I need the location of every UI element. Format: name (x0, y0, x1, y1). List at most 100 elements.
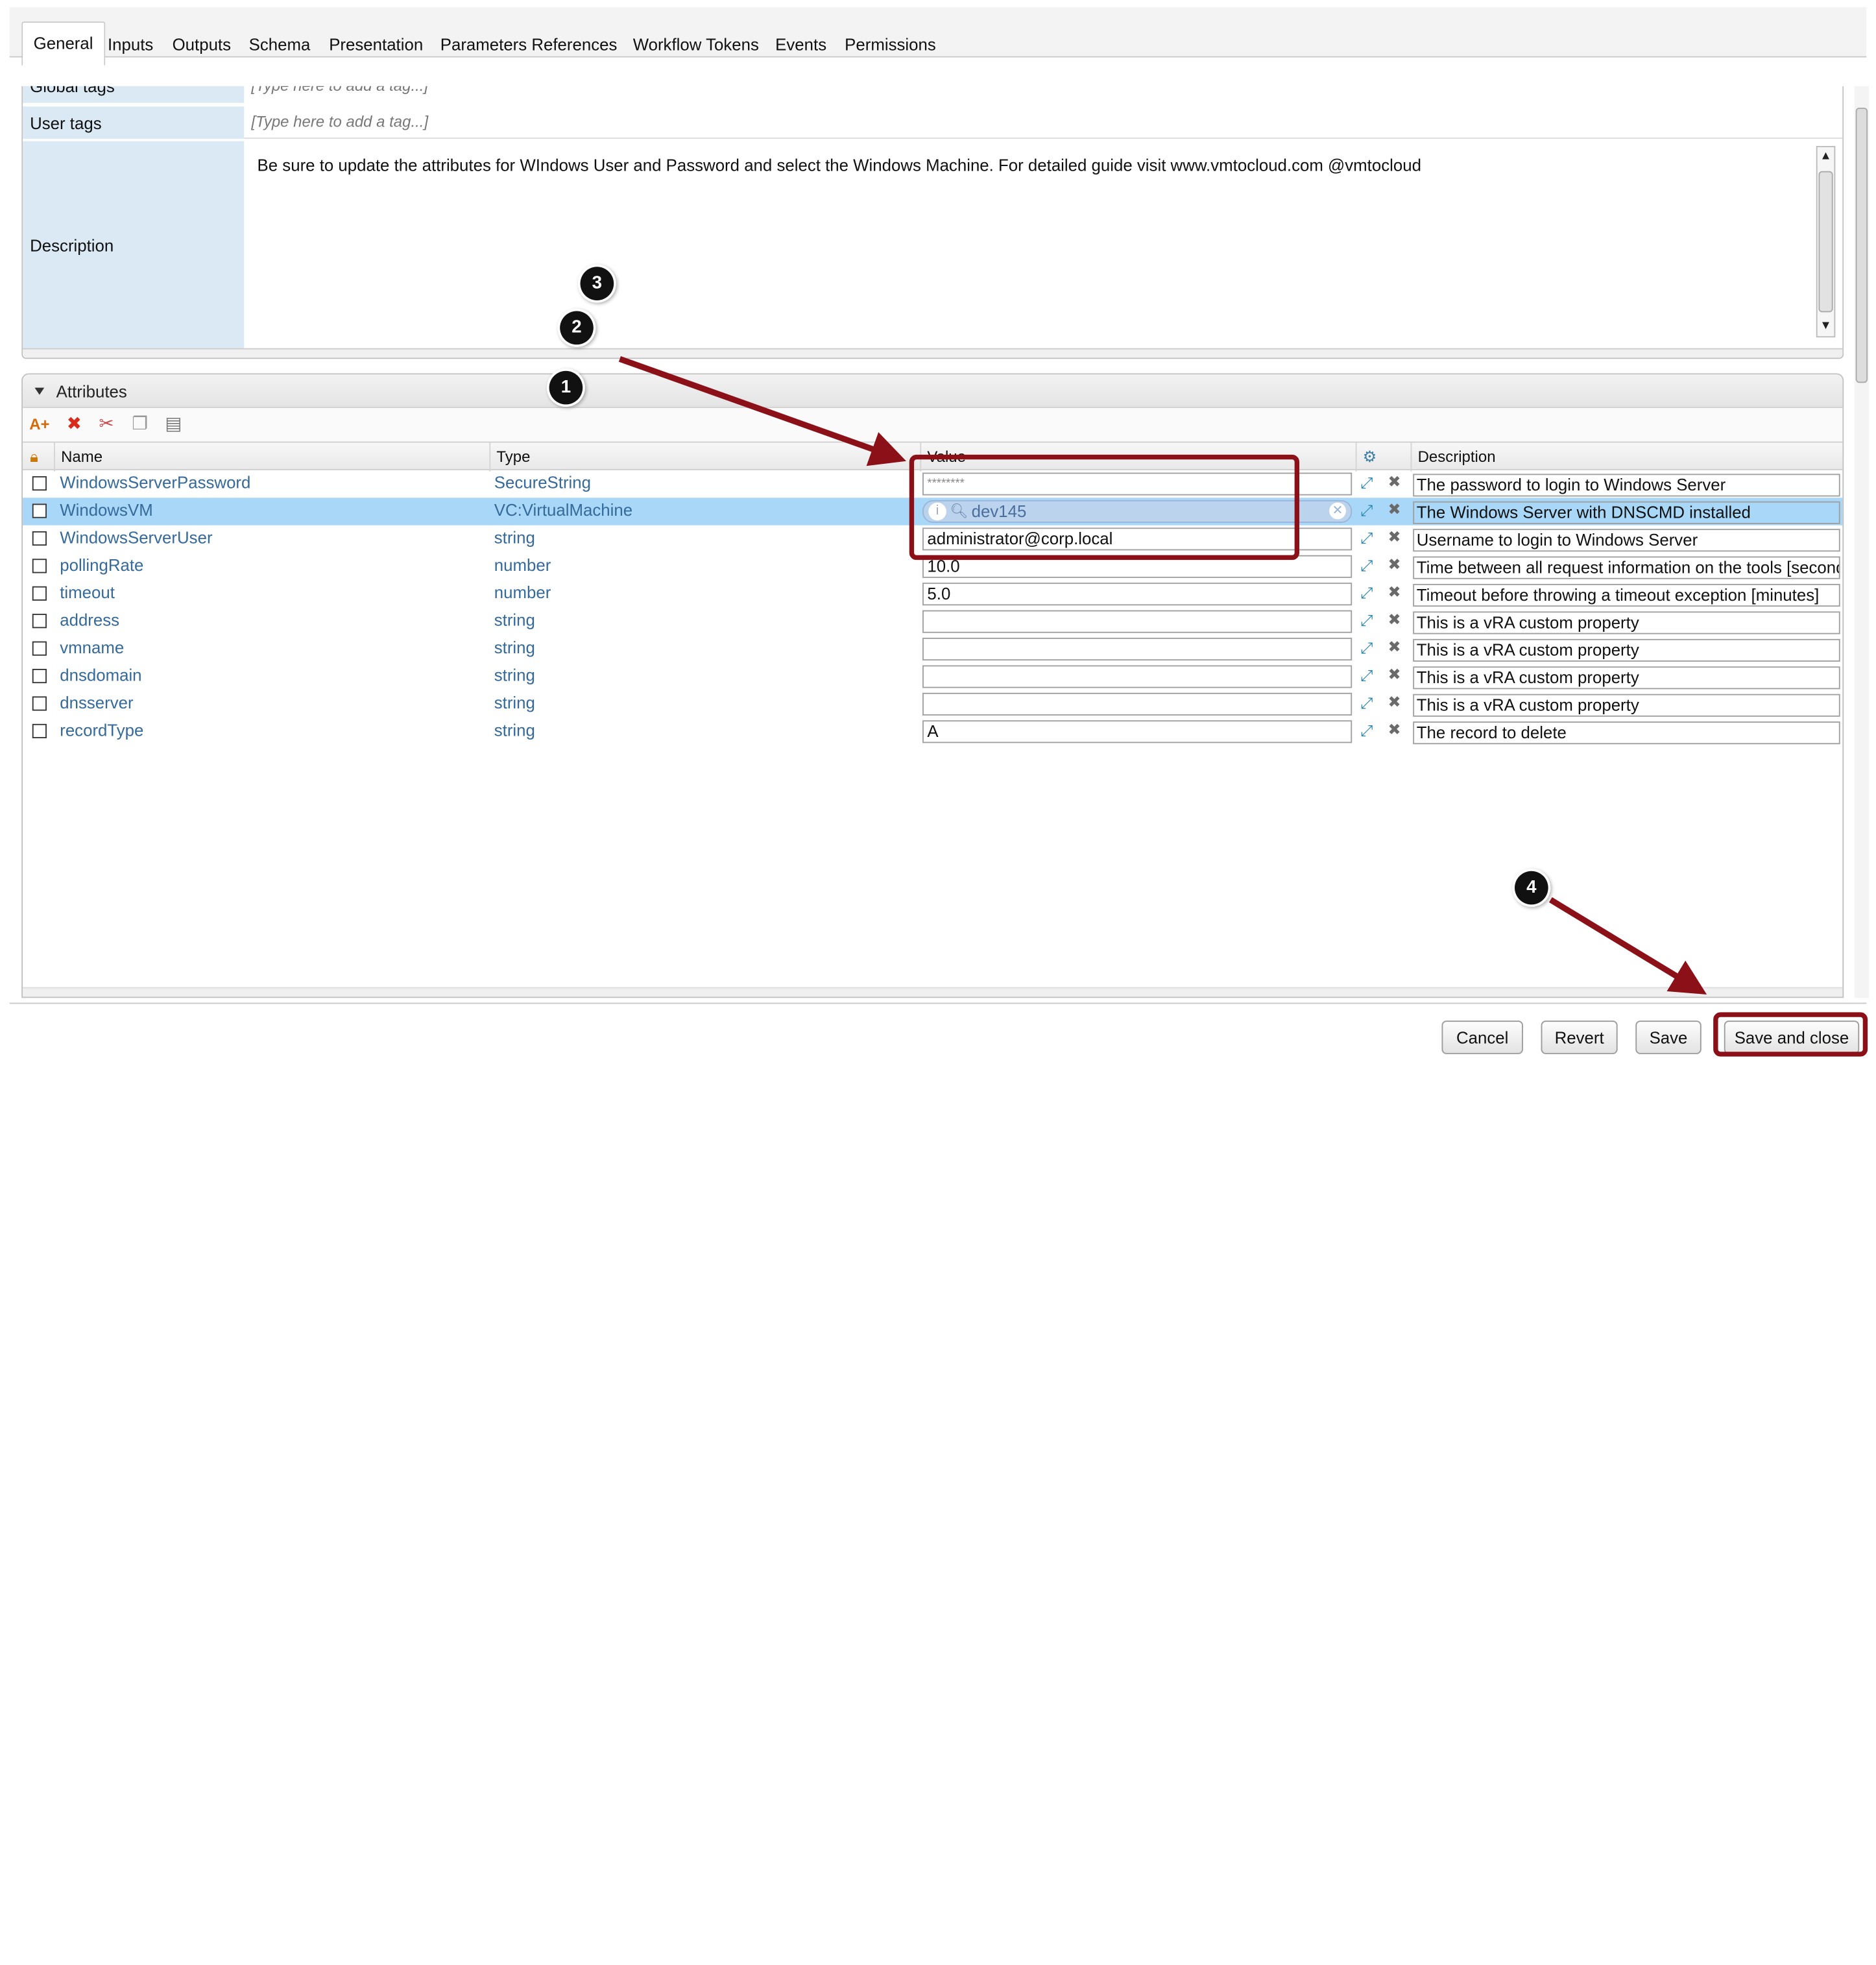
attr-name[interactable]: pollingRate (60, 555, 143, 575)
collapse-triangle-icon[interactable] (34, 387, 45, 395)
attr-value-input[interactable]: 5.0 (922, 583, 1353, 606)
lock-icon[interactable]: 🔒︎ (23, 442, 54, 471)
attr-value-input[interactable] (922, 610, 1353, 633)
attr-description-input[interactable]: Time between all request information on … (1413, 556, 1840, 579)
clear-icon[interactable]: ✖ (1388, 638, 1401, 657)
attr-type[interactable]: string (494, 720, 535, 740)
description-field[interactable]: Be sure to update the attributes for WIn… (258, 156, 1421, 175)
save-button[interactable]: Save (1635, 1020, 1702, 1054)
panel-resize-bar[interactable] (23, 348, 1843, 358)
attr-name[interactable]: recordType (60, 720, 143, 740)
attr-type[interactable]: VC:VirtualMachine (494, 500, 632, 520)
attr-description-input[interactable]: This is a vRA custom property (1413, 638, 1840, 662)
attr-value-input[interactable]: A (922, 720, 1353, 743)
clear-icon[interactable]: ✖ (1388, 665, 1401, 684)
attr-type[interactable]: number (494, 583, 551, 602)
attr-description-input[interactable]: The password to login to Windows Server (1413, 474, 1840, 497)
row-checkbox[interactable] (32, 723, 47, 738)
expand-icon[interactable]: ⤢ (1360, 694, 1373, 714)
attr-description-input[interactable]: Timeout before throwing a timeout except… (1413, 584, 1840, 607)
clear-icon[interactable]: ✖ (1388, 610, 1401, 630)
attr-description-input[interactable]: The record to delete (1413, 721, 1840, 745)
tab-schema[interactable]: Schema (238, 24, 321, 65)
binding-column-icon[interactable]: ⚙ (1355, 442, 1411, 472)
tab-parameters-references[interactable]: Parameters References (429, 24, 628, 65)
attr-name[interactable]: WindowsServerPassword (60, 473, 250, 492)
scroll-thumb[interactable] (1818, 171, 1833, 313)
cut-icon[interactable]: ✂ (95, 413, 119, 437)
table-row[interactable]: timeout number 5.0 ⤢ ✖ Timeout before th… (23, 581, 1842, 608)
tab-outputs[interactable]: Outputs (162, 24, 242, 65)
tab-events[interactable]: Events (765, 24, 837, 65)
table-row[interactable]: recordType string A ⤢ ✖ The record to de… (23, 718, 1842, 745)
clear-icon[interactable]: ✖ (1388, 473, 1401, 492)
expand-icon[interactable]: ⤢ (1360, 639, 1373, 658)
attr-type[interactable]: number (494, 555, 551, 575)
panel-resize-bar[interactable] (23, 987, 1843, 997)
attr-type[interactable]: string (494, 638, 535, 657)
row-checkbox[interactable] (32, 503, 47, 518)
expand-icon[interactable]: ⤢ (1360, 666, 1373, 686)
row-checkbox[interactable] (32, 559, 47, 573)
clear-icon[interactable]: ✖ (1388, 583, 1401, 602)
attr-value-input[interactable] (922, 665, 1353, 688)
attr-type[interactable]: string (494, 527, 535, 547)
attr-name[interactable]: WindowsServerUser (60, 527, 212, 547)
expand-icon[interactable]: ⤢ (1360, 474, 1373, 493)
tab-workflow-tokens[interactable]: Workflow Tokens (622, 24, 769, 65)
page-scrollbar[interactable] (1854, 86, 1869, 998)
row-checkbox[interactable] (32, 696, 47, 711)
remove-value-icon[interactable]: ✕ (1329, 502, 1346, 520)
expand-icon[interactable]: ⤢ (1360, 501, 1373, 521)
attr-name[interactable]: dnsdomain (60, 665, 141, 684)
attr-name[interactable]: vmname (60, 638, 124, 657)
row-checkbox[interactable] (32, 586, 47, 601)
attr-value-input[interactable] (922, 692, 1353, 716)
table-row[interactable]: vmname string ⤢ ✖ This is a vRA custom p… (23, 635, 1842, 662)
cancel-button[interactable]: Cancel (1441, 1020, 1523, 1054)
expand-icon[interactable]: ⤢ (1360, 611, 1373, 631)
attr-name[interactable]: timeout (60, 583, 115, 602)
column-name[interactable]: Name (53, 442, 489, 472)
attributes-header[interactable]: Attributes (23, 374, 1843, 408)
attr-description-input[interactable]: The Windows Server with DNSCMD installed (1413, 501, 1840, 524)
add-attribute-icon[interactable]: A+ (27, 413, 51, 437)
delete-icon[interactable]: ✖ (62, 413, 86, 437)
row-checkbox[interactable] (32, 641, 47, 656)
expand-icon[interactable]: ⤢ (1360, 721, 1373, 741)
scroll-thumb[interactable] (1855, 107, 1868, 383)
copy-icon[interactable]: ❐ (128, 413, 152, 437)
table-row[interactable]: dnsserver string ⤢ ✖ This is a vRA custo… (23, 690, 1842, 717)
column-type[interactable]: Type (489, 442, 920, 472)
table-row[interactable]: dnsdomain string ⤢ ✖ This is a vRA custo… (23, 663, 1842, 690)
attr-value-input[interactable] (922, 638, 1353, 661)
tab-presentation[interactable]: Presentation (319, 24, 434, 65)
attr-type[interactable]: string (494, 610, 535, 630)
expand-icon[interactable]: ⤢ (1360, 557, 1373, 576)
row-checkbox[interactable] (32, 669, 47, 684)
global-tags-input[interactable]: [Type here to add a tag...] (244, 86, 1842, 103)
user-tags-input[interactable]: [Type here to add a tag...] (244, 105, 1843, 139)
scroll-up-icon[interactable]: ▲ (1818, 147, 1834, 167)
tab-inputs[interactable]: Inputs (97, 24, 164, 65)
expand-icon[interactable]: ⤢ (1360, 584, 1373, 603)
column-description[interactable]: Description (1410, 442, 1843, 472)
description-scrollbar[interactable]: ▲ ▼ (1816, 146, 1836, 338)
paste-icon[interactable]: ▤ (162, 413, 186, 437)
attr-description-input[interactable]: This is a vRA custom property (1413, 666, 1840, 690)
attr-type[interactable]: string (494, 693, 535, 712)
tab-permissions[interactable]: Permissions (834, 24, 947, 65)
clear-icon[interactable]: ✖ (1388, 500, 1401, 520)
attr-type[interactable]: string (494, 665, 535, 684)
table-row[interactable]: address string ⤢ ✖ This is a vRA custom … (23, 608, 1842, 635)
clear-icon[interactable]: ✖ (1388, 555, 1401, 575)
attr-description-input[interactable]: This is a vRA custom property (1413, 693, 1840, 717)
clear-icon[interactable]: ✖ (1388, 693, 1401, 712)
expand-icon[interactable]: ⤢ (1360, 529, 1373, 548)
scroll-down-icon[interactable]: ▼ (1818, 317, 1834, 337)
attr-name[interactable]: address (60, 610, 119, 630)
attr-type[interactable]: SecureString (494, 473, 591, 492)
row-checkbox[interactable] (32, 476, 47, 491)
attr-description-input[interactable]: This is a vRA custom property (1413, 611, 1840, 634)
clear-icon[interactable]: ✖ (1388, 720, 1401, 740)
